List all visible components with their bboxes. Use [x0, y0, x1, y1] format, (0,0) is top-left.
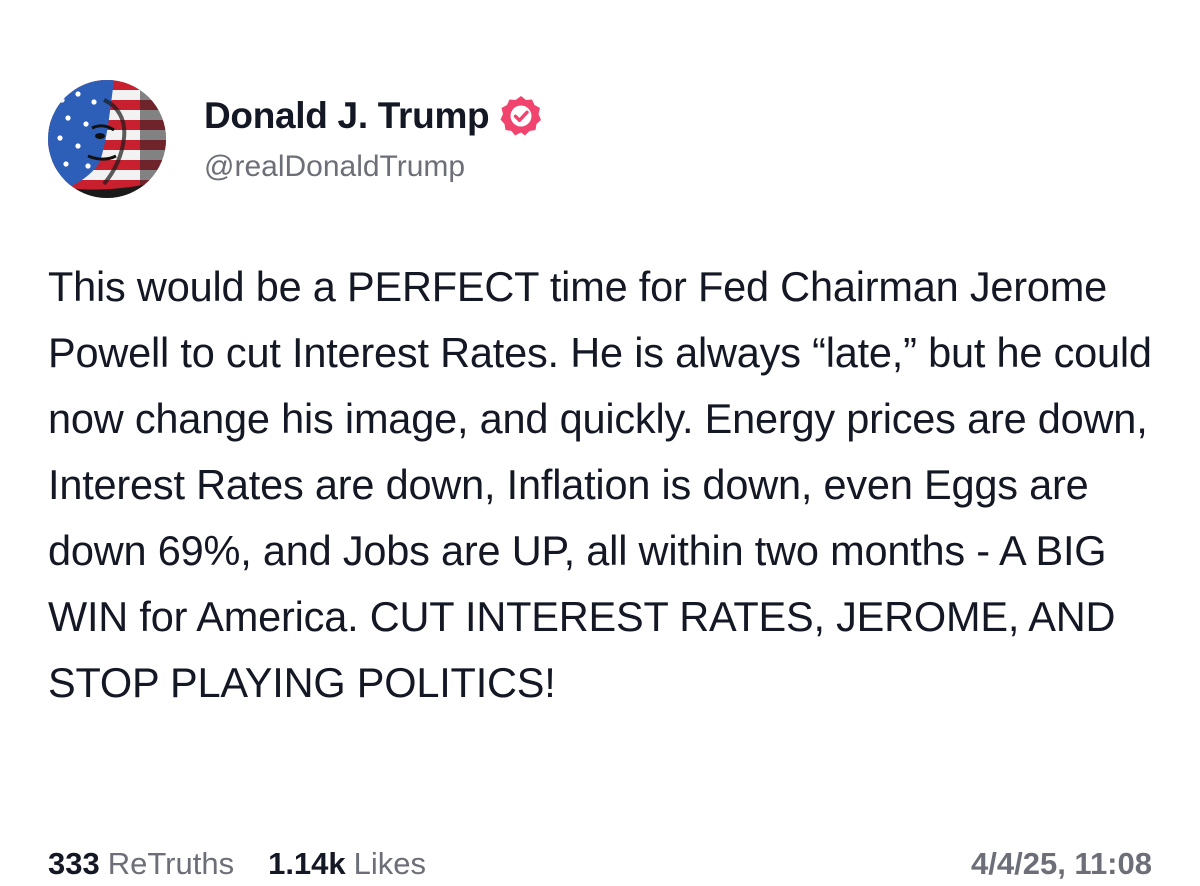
post-footer: 333 ReTruths 1.14k Likes 4/4/25, 11:08 — [48, 846, 1152, 886]
truth-post: Donald J. Trump @realDonaldTrump This wo… — [0, 0, 1200, 885]
likes-label: Likes — [353, 846, 427, 881]
likes-stat[interactable]: 1.14k Likes — [268, 846, 426, 882]
post-stats: 333 ReTruths 1.14k Likes — [48, 846, 426, 882]
display-name[interactable]: Donald J. Trump — [204, 95, 490, 137]
retruths-label: ReTruths — [107, 846, 235, 881]
avatar[interactable] — [48, 80, 166, 198]
post-body-text: This would be a PERFECT time for Fed Cha… — [48, 263, 1152, 706]
author-names: Donald J. Trump @realDonaldTrump — [204, 94, 543, 184]
author-handle[interactable]: @realDonaldTrump — [204, 150, 543, 184]
post-header: Donald J. Trump @realDonaldTrump — [48, 80, 543, 198]
post-timestamp[interactable]: 4/4/25, 11:08 — [971, 846, 1152, 882]
display-name-row: Donald J. Trump — [204, 94, 543, 138]
retruths-count: 333 — [48, 846, 100, 881]
retruths-stat[interactable]: 333 ReTruths — [48, 846, 234, 882]
avatar-flag-portrait-image — [48, 80, 166, 198]
likes-count: 1.14k — [268, 846, 346, 881]
verified-badge-icon — [499, 94, 543, 138]
